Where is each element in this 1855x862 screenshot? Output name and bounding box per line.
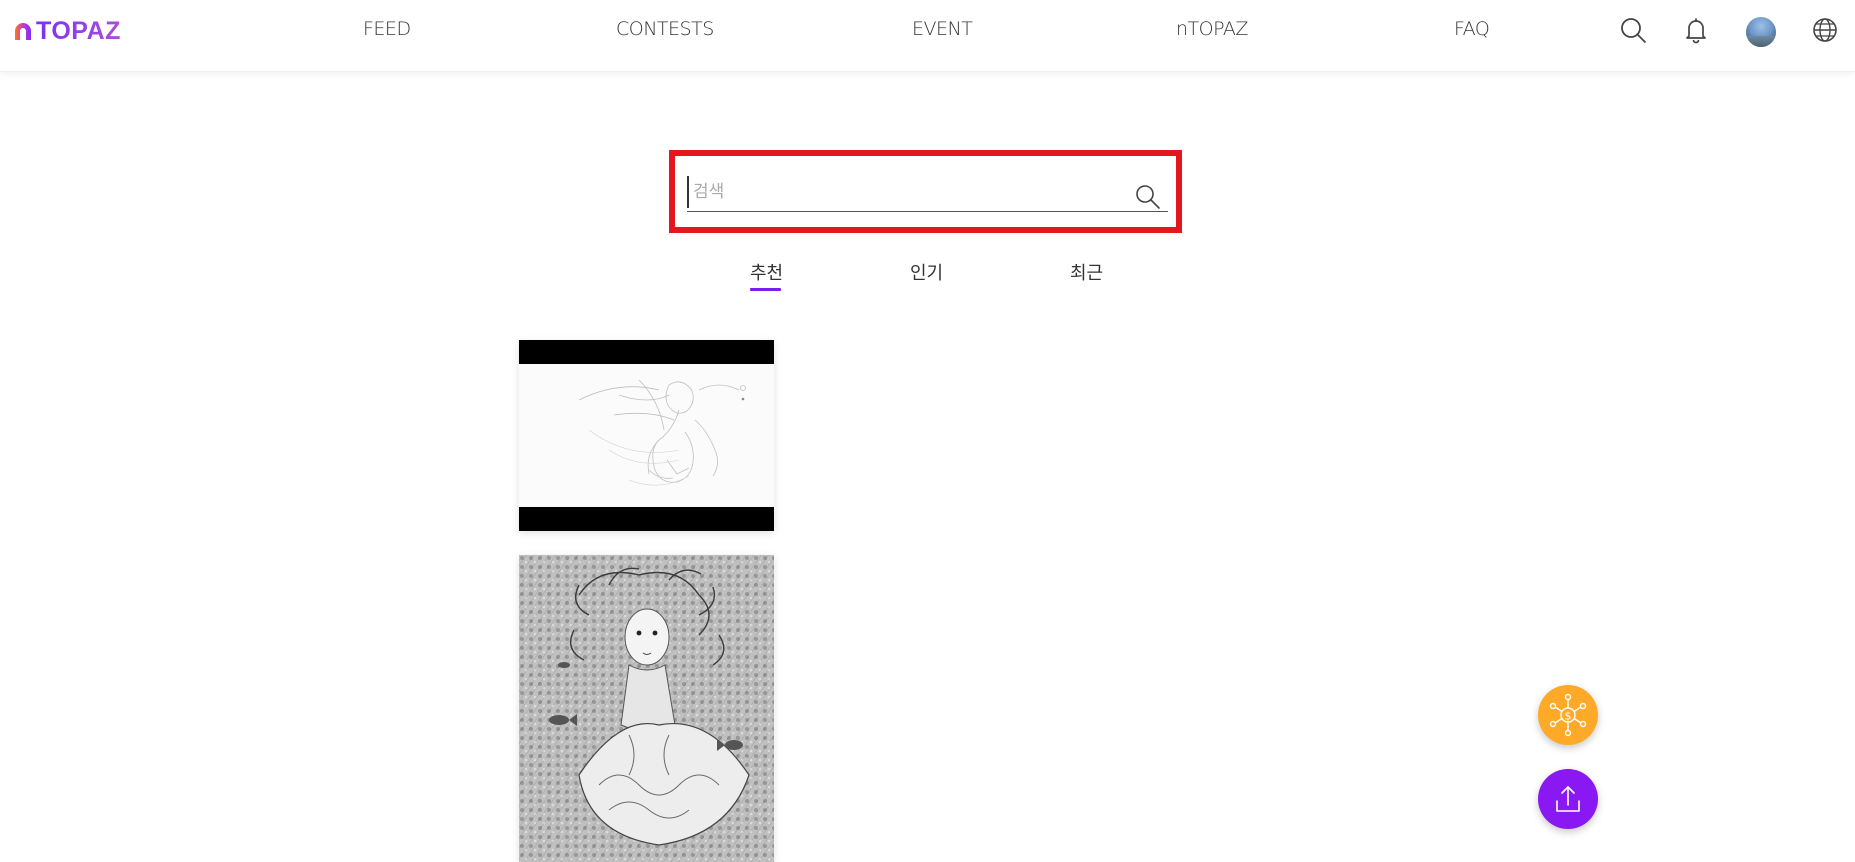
- bell-icon[interactable]: [1680, 14, 1712, 46]
- svg-text:$: $: [1565, 710, 1572, 723]
- search-underline: [687, 211, 1168, 212]
- artwork-image: [519, 555, 774, 862]
- nav-contests[interactable]: CONTESTS: [616, 18, 714, 40]
- tab-popular[interactable]: 인기: [910, 259, 943, 285]
- search-input[interactable]: [687, 176, 1117, 208]
- search-highlight-box: [669, 150, 1182, 233]
- tab-recent[interactable]: 최근: [1070, 259, 1103, 285]
- nav-feed[interactable]: FEED: [363, 18, 411, 40]
- top-header: TOPAZ FEED CONTESTS EVENT nTOPAZ FAQ: [0, 0, 1855, 72]
- tab-recommended[interactable]: 추천: [750, 259, 783, 285]
- token-network-button[interactable]: $: [1538, 685, 1598, 745]
- feed-card[interactable]: [519, 555, 774, 862]
- logo-mark-icon: [15, 23, 31, 40]
- feed-card[interactable]: [519, 340, 774, 531]
- upload-icon: [1556, 786, 1580, 812]
- upload-button[interactable]: [1538, 769, 1598, 829]
- user-avatar[interactable]: [1746, 17, 1776, 47]
- nav-ntopaz[interactable]: nTOPAZ: [1176, 18, 1248, 40]
- nav-faq[interactable]: FAQ: [1454, 18, 1490, 40]
- artwork-image: [519, 340, 774, 531]
- search-submit-icon[interactable]: [1134, 183, 1162, 211]
- token-network-icon: $: [1549, 693, 1587, 737]
- nav-event[interactable]: EVENT: [912, 18, 973, 40]
- active-tab-indicator: [750, 288, 781, 291]
- search-icon[interactable]: [1617, 14, 1649, 46]
- globe-icon[interactable]: [1809, 14, 1841, 46]
- logo-text: TOPAZ: [36, 16, 121, 45]
- logo[interactable]: TOPAZ: [12, 16, 121, 46]
